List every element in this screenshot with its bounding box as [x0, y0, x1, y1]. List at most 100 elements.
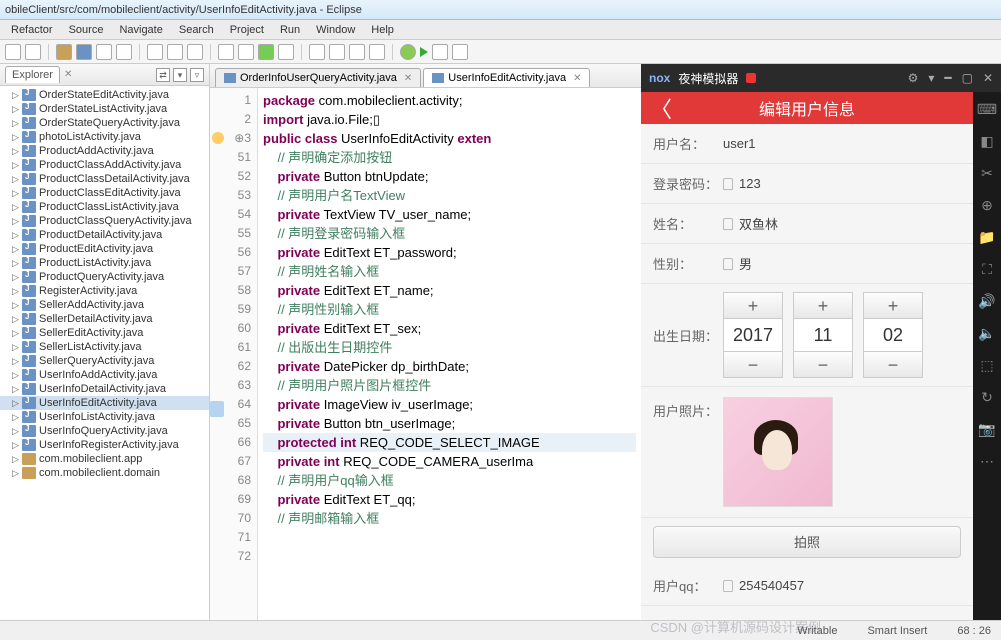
minus-button[interactable]: −: [724, 351, 782, 377]
tool-icon[interactable]: [432, 44, 448, 60]
sex-row[interactable]: 性别： 男: [641, 244, 973, 284]
explorer-tree[interactable]: ▷OrderStateEditActivity.java▷OrderStateL…: [0, 86, 209, 620]
tool-icon[interactable]: [218, 44, 234, 60]
menu-window[interactable]: Window: [308, 24, 363, 36]
tool-icon[interactable]: [167, 44, 183, 60]
email-input[interactable]: dashen@163.com: [739, 618, 845, 620]
close-icon[interactable]: ✕: [983, 71, 993, 85]
tool-icon[interactable]: [187, 44, 203, 60]
plus-button[interactable]: +: [794, 293, 852, 319]
tree-item[interactable]: ▷ProductClassListActivity.java: [0, 200, 209, 214]
fullscreen-icon[interactable]: ⛶: [978, 260, 996, 278]
run-button[interactable]: [420, 47, 428, 57]
tree-item[interactable]: ▷ProductClassDetailActivity.java: [0, 172, 209, 186]
year-spinner[interactable]: +2017−: [723, 292, 783, 378]
back-button[interactable]: 〈: [641, 92, 681, 124]
tree-item[interactable]: ▷ProductClassEditActivity.java: [0, 186, 209, 200]
menu-source[interactable]: Source: [61, 24, 112, 36]
menu-help[interactable]: Help: [363, 24, 402, 36]
expand-icon[interactable]: ▷: [12, 342, 22, 353]
tree-item[interactable]: ▷ProductDetailActivity.java: [0, 228, 209, 242]
tool-icon[interactable]: [329, 44, 345, 60]
tree-item[interactable]: ▷ProductClassQueryActivity.java: [0, 214, 209, 228]
qq-input[interactable]: 254540457: [739, 578, 804, 593]
expand-icon[interactable]: ▷: [12, 90, 22, 101]
tool-icon[interactable]: [369, 44, 385, 60]
expand-icon[interactable]: ▷: [12, 188, 22, 199]
menu-navigate[interactable]: Navigate: [111, 24, 170, 36]
close-icon[interactable]: ✕: [573, 73, 581, 84]
expand-icon[interactable]: ▷: [12, 244, 22, 255]
folder-icon[interactable]: 📁: [978, 228, 996, 246]
expand-icon[interactable]: ▷: [12, 230, 22, 241]
name-row[interactable]: 姓名： 双鱼林: [641, 204, 973, 244]
warning-marker[interactable]: [212, 132, 224, 144]
tree-item[interactable]: ▷SellerEditActivity.java: [0, 326, 209, 340]
plus-button[interactable]: +: [724, 293, 782, 319]
explorer-tab[interactable]: Explorer: [5, 66, 60, 83]
tool-icon[interactable]: [349, 44, 365, 60]
tree-item[interactable]: ▷com.mobileclient.domain: [0, 466, 209, 480]
menu-search[interactable]: Search: [171, 24, 222, 36]
sex-input[interactable]: 男: [739, 254, 752, 273]
maximize-icon[interactable]: ▢: [962, 71, 973, 85]
password-input[interactable]: 123: [739, 176, 761, 191]
tool-icon[interactable]: [452, 44, 468, 60]
expand-icon[interactable]: ▷: [12, 440, 22, 451]
tree-item[interactable]: ▷UserInfoDetailActivity.java: [0, 382, 209, 396]
day-spinner[interactable]: +02−: [863, 292, 923, 378]
tool-icon[interactable]: [96, 44, 112, 60]
expand-icon[interactable]: ▷: [12, 272, 22, 283]
menu-project[interactable]: Project: [222, 24, 272, 36]
code-content[interactable]: package com.mobileclient.activity;import…: [258, 88, 641, 620]
password-row[interactable]: 登录密码： 123: [641, 164, 973, 204]
rotate-icon[interactable]: ↻: [978, 388, 996, 406]
volume-down-icon[interactable]: 🔈: [978, 324, 996, 342]
tree-item[interactable]: ▷OrderStateListActivity.java: [0, 102, 209, 116]
minus-button[interactable]: −: [864, 351, 922, 377]
chevron-down-icon[interactable]: ▾: [928, 71, 934, 85]
collapse-icon[interactable]: ▾: [173, 68, 187, 82]
expand-icon[interactable]: ▷: [12, 258, 22, 269]
expand-icon[interactable]: ▷: [12, 300, 22, 311]
tool-icon[interactable]: ⬚: [978, 356, 996, 374]
expand-icon[interactable]: ▷: [12, 104, 22, 115]
tool-icon[interactable]: [5, 44, 21, 60]
tree-item[interactable]: ▷ProductAddActivity.java: [0, 144, 209, 158]
tree-item[interactable]: ▷photoListActivity.java: [0, 130, 209, 144]
expand-icon[interactable]: ▷: [12, 216, 22, 227]
expand-icon[interactable]: ▷: [12, 146, 22, 157]
scissors-icon[interactable]: ✂: [978, 164, 996, 182]
expand-icon[interactable]: ▷: [12, 202, 22, 213]
tree-item[interactable]: ▷SellerDetailActivity.java: [0, 312, 209, 326]
minimize-icon[interactable]: ━: [944, 71, 951, 85]
expand-icon[interactable]: ▷: [12, 412, 22, 423]
menu-run[interactable]: Run: [272, 24, 308, 36]
tree-item[interactable]: ▷UserInfoQueryActivity.java: [0, 424, 209, 438]
camera-icon[interactable]: 📷: [978, 420, 996, 438]
tree-item[interactable]: ▷SellerQueryActivity.java: [0, 354, 209, 368]
minus-button[interactable]: −: [794, 351, 852, 377]
new-class-icon[interactable]: [76, 44, 92, 60]
expand-icon[interactable]: ▷: [12, 174, 22, 185]
tree-item[interactable]: ▷OrderStateQueryActivity.java: [0, 116, 209, 130]
new-package-icon[interactable]: [56, 44, 72, 60]
view-menu-icon[interactable]: ▿: [190, 68, 204, 82]
tool-icon[interactable]: [309, 44, 325, 60]
tree-item[interactable]: ▷UserInfoAddActivity.java: [0, 368, 209, 382]
close-icon[interactable]: ✕: [404, 73, 412, 84]
user-photo[interactable]: [723, 397, 833, 507]
tool-icon[interactable]: [25, 44, 41, 60]
tree-item[interactable]: ▷ProductEditActivity.java: [0, 242, 209, 256]
qq-row[interactable]: 用户qq： 254540457: [641, 566, 973, 606]
keyboard-icon[interactable]: ⌨: [978, 100, 996, 118]
expand-icon[interactable]: ▷: [12, 356, 22, 367]
link-editor-icon[interactable]: ⇄: [156, 68, 170, 82]
location-icon[interactable]: ⊕: [978, 196, 996, 214]
debug-icon[interactable]: [258, 44, 274, 60]
expand-icon[interactable]: ▷: [12, 426, 22, 437]
editor-tab[interactable]: OrderInfoUserQueryActivity.java✕: [215, 68, 421, 87]
tree-item[interactable]: ▷UserInfoEditActivity.java: [0, 396, 209, 410]
more-icon[interactable]: ⋯: [978, 452, 996, 470]
name-input[interactable]: 双鱼林: [739, 214, 778, 233]
